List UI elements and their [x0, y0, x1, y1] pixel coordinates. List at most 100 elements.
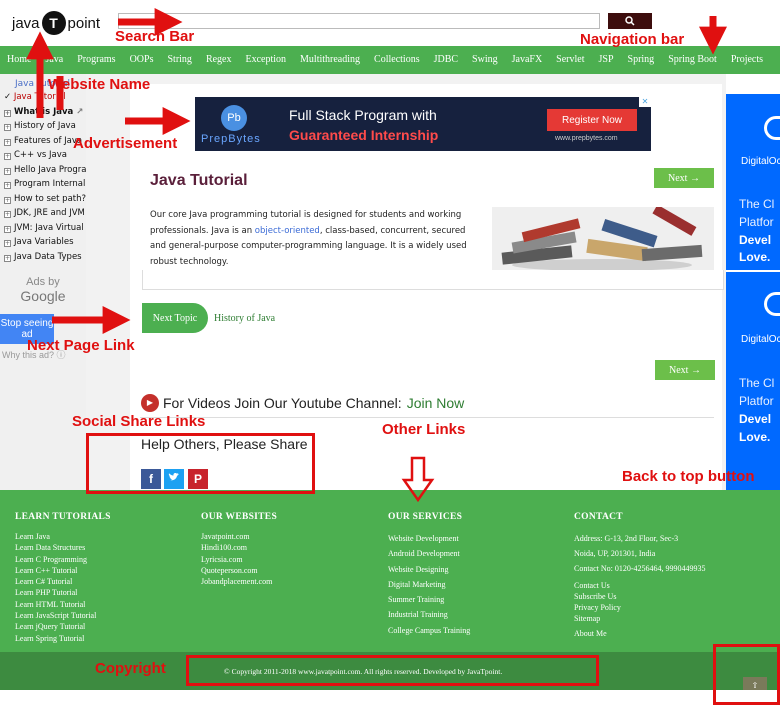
- footer-tutorial-link[interactable]: Learn HTML Tutorial: [15, 599, 111, 610]
- nav-item-programs[interactable]: Programs: [70, 46, 122, 74]
- footer-tutorial-link[interactable]: Learn PHP Tutorial: [15, 587, 111, 598]
- ads-by-label: Ads by: [26, 276, 60, 288]
- sidebar-item-label: History of Java: [14, 121, 76, 131]
- footer-tutorial-link[interactable]: Learn C++ Tutorial: [15, 565, 111, 576]
- footer-tutorials-title: LEARN TUTORIALS: [15, 512, 111, 522]
- sidebar-item[interactable]: +Hello Java Program: [0, 163, 86, 178]
- right-ad-block-1: DigitalOcean The Cl Platfor Devel Love.: [726, 94, 780, 270]
- footer-website-link[interactable]: Quoteperson.com: [201, 565, 277, 576]
- sidebar-item-label: Features of Java: [14, 135, 83, 146]
- youtube-join-link[interactable]: Join Now: [407, 395, 465, 411]
- nav-item-javafx[interactable]: JavaFX: [505, 46, 550, 74]
- nav-item-home[interactable]: Home: [0, 46, 38, 74]
- footer-tutorial-link[interactable]: Learn JavaScript Tutorial: [15, 610, 111, 621]
- footer-tutorial-link[interactable]: Learn Data Structures: [15, 542, 111, 553]
- footer-website-link[interactable]: Lyricsia.com: [201, 554, 277, 565]
- annotation-search-bar: Search Bar: [115, 28, 195, 45]
- ad-choices-icon[interactable]: ✕: [639, 97, 651, 107]
- books-illustration: [492, 207, 714, 270]
- sidebar-item[interactable]: + JDK, JRE and JVM: [0, 206, 86, 221]
- digitalocean-logo-icon: [764, 116, 780, 140]
- sidebar-item-label: JVM: Java Virtual Machine: [14, 222, 86, 233]
- footer-service-link[interactable]: Digital Marketing: [388, 577, 470, 592]
- footer-website-link[interactable]: Hindi100.com: [201, 542, 277, 553]
- nav-item-collections[interactable]: Collections: [367, 46, 427, 74]
- next-topic-link[interactable]: History of Java: [214, 313, 275, 324]
- right-ad-separator: [726, 270, 780, 272]
- nav-item-jsp[interactable]: JSP: [592, 46, 621, 74]
- footer-tutorial-link[interactable]: Learn jQuery Tutorial: [15, 621, 111, 632]
- search-input[interactable]: [118, 13, 600, 29]
- sidebar-item-label: What is Java: [14, 106, 74, 117]
- footer-services-column: OUR SERVICES Website Development Android …: [388, 512, 470, 638]
- footer-service-link[interactable]: College Campus Training: [388, 623, 470, 638]
- sidebar-item[interactable]: +JVM: Java Virtual Machine: [0, 221, 86, 236]
- nav-item-exception[interactable]: Exception: [238, 46, 293, 74]
- advertisement-banner[interactable]: Pb PrepBytes Full Stack Program with Gua…: [195, 97, 651, 151]
- sidebar-item[interactable]: + How to set path?: [0, 192, 86, 207]
- youtube-text: For Videos Join Our Youtube Channel:: [163, 395, 402, 411]
- footer-tutorial-link[interactable]: Learn C Programming: [15, 554, 111, 565]
- right-ad-line4: Love.: [739, 430, 771, 444]
- nav-item-servlet[interactable]: Servlet: [549, 46, 591, 74]
- nav-item-spring-boot[interactable]: Spring Boot: [661, 46, 724, 74]
- footer-contact-link[interactable]: Subscribe Us: [574, 591, 706, 602]
- sidebar-item[interactable]: + What is Java ↗: [0, 105, 86, 120]
- footer-website-link[interactable]: Jobandplacement.com: [201, 576, 277, 587]
- object-oriented-link[interactable]: object-oriented: [255, 226, 320, 236]
- footer-contact-link[interactable]: Sitemap: [574, 613, 706, 624]
- annotation-box-back-to-top: [713, 644, 780, 705]
- contact-number: Contact No: 0120-4256464, 9990449935: [574, 564, 706, 573]
- books-image: [492, 207, 714, 270]
- nav-item-java[interactable]: Java: [38, 46, 70, 74]
- logo-mark: T: [41, 11, 66, 35]
- sidebar-item[interactable]: + Program Internal: [0, 177, 86, 192]
- nav-item-spring[interactable]: Spring: [621, 46, 662, 74]
- next-button-top[interactable]: Next →: [654, 168, 714, 188]
- footer-websites-title: OUR WEBSITES: [201, 512, 278, 522]
- right-ad-name: DigitalOcean: [741, 156, 780, 167]
- footer-service-link[interactable]: Website Designing: [388, 562, 470, 577]
- nav-item-multithreading[interactable]: Multithreading: [293, 46, 367, 74]
- search-button[interactable]: [608, 13, 652, 29]
- nav-item-regex[interactable]: Regex: [199, 46, 239, 74]
- site-logo[interactable]: java T point: [12, 11, 100, 35]
- expand-icon: +: [4, 124, 11, 131]
- right-digitalocean-ad[interactable]: DigitalOcean The Cl Platfor Devel Love. …: [726, 94, 780, 490]
- youtube-icon[interactable]: ▶: [141, 394, 159, 412]
- footer-websites-column: OUR WEBSITES Javatpoint.com Hindi100.com L…: [201, 512, 277, 587]
- page-bottom-strip: [0, 690, 780, 705]
- footer-tutorial-link[interactable]: Learn Java: [15, 531, 111, 542]
- footer-contact-link[interactable]: Contact Us: [574, 580, 706, 591]
- annotation-copyright: Copyright: [95, 660, 166, 677]
- footer-service-link[interactable]: Summer Training: [388, 592, 470, 607]
- footer-service-link[interactable]: Industrial Training: [388, 607, 470, 622]
- sidebar-item[interactable]: + Java Data Types: [0, 250, 86, 265]
- about-me-link[interactable]: About Me: [574, 628, 706, 639]
- footer-tutorial-link[interactable]: Learn Spring Tutorial: [15, 633, 111, 644]
- sidebar-item[interactable]: + History of Java: [0, 119, 86, 134]
- footer-service-link[interactable]: Website Development: [388, 531, 470, 546]
- footer-tutorials-list: Learn Java Learn Data Structures Learn C P…: [15, 531, 111, 644]
- nav-item-string[interactable]: String: [160, 46, 198, 74]
- footer-website-link[interactable]: Javatpoint.com: [201, 531, 277, 542]
- nav-item-jdbc[interactable]: JDBC: [427, 46, 465, 74]
- sidebar-item[interactable]: + Java Variables: [0, 235, 86, 250]
- ad-subheadline: Guaranteed Internship: [289, 127, 439, 143]
- right-ad-line2: Platfor: [739, 215, 774, 229]
- ad-register-button[interactable]: Register Now: [547, 109, 637, 131]
- expand-icon: +: [4, 240, 11, 247]
- nav-item-oops[interactable]: OOPs: [123, 46, 161, 74]
- ad-brand: PrepBytes: [201, 133, 261, 145]
- nav-item-projects[interactable]: Projects: [724, 46, 770, 74]
- annotation-next-page-link: Next Page Link: [27, 337, 135, 354]
- sidebar-item-label: JDK, JRE and JVM: [14, 208, 85, 218]
- footer-service-link[interactable]: Android Development: [388, 546, 470, 561]
- next-button-bottom[interactable]: Next →: [655, 360, 715, 380]
- annotation-box-social-share: [86, 433, 315, 494]
- nav-item-swing[interactable]: Swing: [465, 46, 505, 74]
- footer-contact-link[interactable]: Privacy Policy: [574, 602, 706, 613]
- sidebar-item-label: Java Data Types: [14, 251, 82, 262]
- next-topic-button[interactable]: Next Topic: [142, 303, 208, 333]
- footer-tutorial-link[interactable]: Learn C# Tutorial: [15, 576, 111, 587]
